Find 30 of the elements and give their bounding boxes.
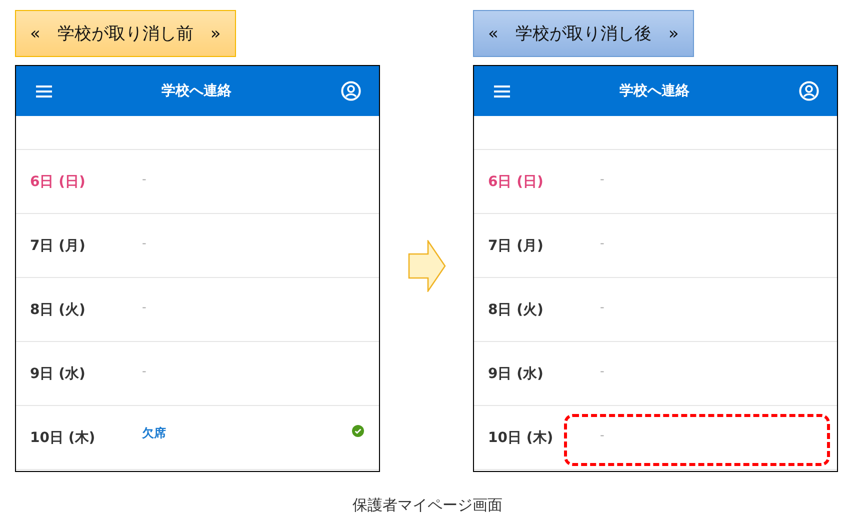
empty-status: - (600, 428, 604, 442)
empty-status: - (142, 236, 146, 250)
date-label: 10日 (木) (487, 428, 554, 446)
date-label: 8日 (火) (29, 300, 86, 318)
step-label: « 学校が取り消し後 » (473, 10, 694, 57)
date-label: 9日 (水) (29, 364, 86, 382)
date-label: 8日 (火) (487, 300, 544, 318)
date-label: 7日 (月) (487, 236, 544, 254)
figure-caption: 保護者マイページ画面 (352, 496, 502, 514)
right-arrow-icon (408, 240, 446, 292)
absence-status: 欠席 (142, 425, 166, 442)
account-icon[interactable] (341, 81, 361, 101)
app-bar-title: 学校へ連絡 (162, 82, 232, 100)
empty-status: - (142, 364, 146, 378)
step-label: « 学校が取り消し前 » (15, 10, 236, 57)
menu-icon[interactable] (36, 84, 52, 98)
empty-status: - (600, 172, 604, 186)
empty-status: - (142, 172, 146, 186)
date-label: 6日 (日) (487, 172, 544, 190)
empty-status: - (600, 300, 604, 314)
date-label: 7日 (月) (29, 236, 86, 254)
empty-status: - (600, 364, 604, 378)
menu-icon[interactable] (494, 84, 510, 98)
date-label: 6日 (日) (29, 172, 86, 190)
date-label: 9日 (水) (487, 364, 544, 382)
date-label: 10日 (木) (29, 428, 96, 446)
app-bar-title: 学校へ連絡 (620, 82, 690, 100)
empty-status: - (600, 236, 604, 250)
account-icon[interactable] (799, 81, 819, 101)
empty-status: - (142, 300, 146, 314)
